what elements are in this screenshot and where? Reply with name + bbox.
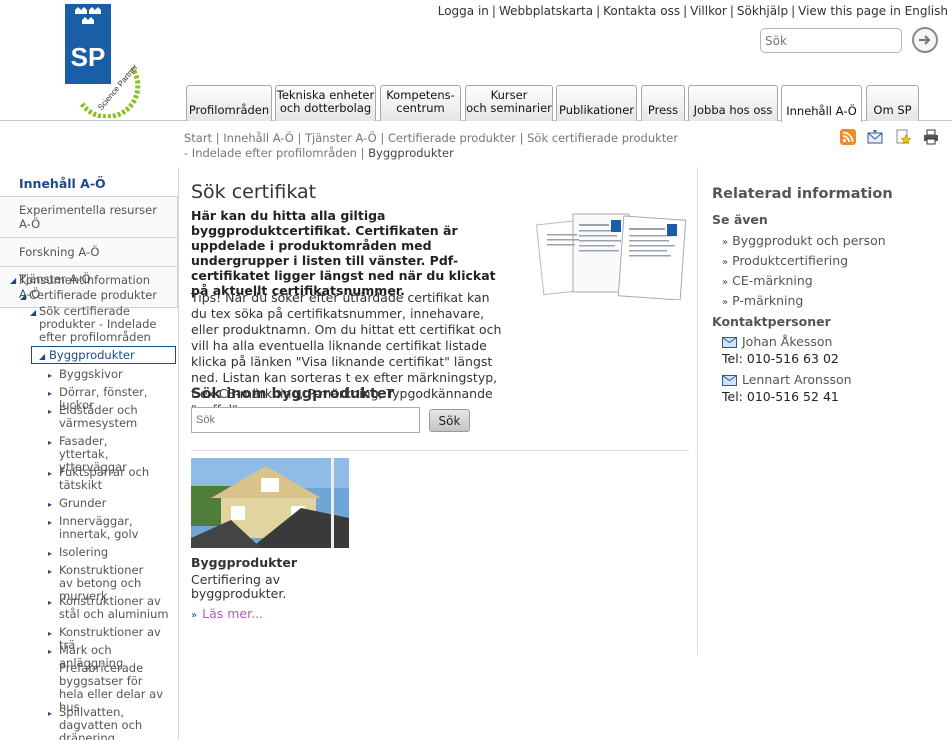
read-more-link[interactable]: » Läs mer... xyxy=(191,606,263,621)
see-also-label: Se även xyxy=(712,212,768,227)
print-icon[interactable] xyxy=(923,129,939,145)
top-links: Logga in | Webbplatskarta | Kontakta oss | Vil… xyxy=(437,4,948,18)
content-divider xyxy=(191,450,689,451)
contact-phone: Tel: 010-516 63 02 xyxy=(722,351,839,366)
english-link[interactable]: View this page in English xyxy=(798,4,948,18)
site-search-input[interactable] xyxy=(760,28,902,53)
certificates-image xyxy=(535,208,690,301)
double-chevron-icon: » xyxy=(722,257,729,268)
search-go-button[interactable] xyxy=(912,27,938,53)
see-also-link[interactable]: » Produktcertifiering xyxy=(722,253,848,268)
left-navigation: Innehåll A-Ö Experimentella resurser A-Ö… xyxy=(0,167,178,308)
leftnav-title[interactable]: Innehåll A-Ö xyxy=(0,167,178,196)
tree-subitem[interactable]: ▸ Byggskivor xyxy=(48,368,174,381)
mail-icon xyxy=(722,375,737,386)
mail-icon xyxy=(722,337,737,348)
breadcrumb: Start | Innehåll A-Ö | Tjänster A-Ö | Ce… xyxy=(184,131,679,160)
double-chevron-icon: » xyxy=(722,277,729,288)
tab-om-sp[interactable]: Om SP xyxy=(866,85,919,121)
left-divider xyxy=(178,167,179,740)
login-link[interactable]: Logga in xyxy=(438,4,489,18)
tab-tekniska-enheter[interactable]: Tekniska enheter och dotterbolag xyxy=(275,85,376,121)
see-also-link[interactable]: » P-märkning xyxy=(722,293,803,308)
contact-phone: Tel: 010-516 52 41 xyxy=(722,389,839,404)
tab-profilomraden[interactable]: Profilområden xyxy=(186,85,272,121)
page-title: Sök certifikat xyxy=(191,181,317,203)
tree-item-tjanster[interactable]: ◢ Tjänster A-Ö xyxy=(10,273,169,286)
card-title[interactable]: Byggprodukter xyxy=(191,555,297,570)
sitemap-link[interactable]: Webbplatskarta xyxy=(499,4,593,18)
card-text: Certifiering av byggprodukter. xyxy=(191,572,287,601)
sp-logo[interactable]: SP Science Partner xyxy=(60,4,146,120)
contact-name-link[interactable]: Lennart Aronsson xyxy=(722,372,852,387)
lead-text: Här kan du hitta alla giltiga byggproduk… xyxy=(191,208,496,298)
product-search-input[interactable] xyxy=(191,407,420,433)
svg-text:SP: SP xyxy=(71,42,106,72)
tree-item-sok-certifierade[interactable]: ◢ Sök certifierade produkter - Indelade e… xyxy=(30,305,174,344)
product-search-button[interactable]: Sök xyxy=(429,409,470,432)
search-help-link[interactable]: Sökhjälp xyxy=(737,4,788,18)
tree-subitem[interactable]: ▸ Isolering xyxy=(48,546,174,559)
tree-subitem[interactable]: ▸ Eldstäder och värmesystem xyxy=(48,404,164,430)
tab-kurser[interactable]: Kurser och seminarier xyxy=(465,85,553,121)
terms-link[interactable]: Villkor xyxy=(690,4,727,18)
email-icon[interactable] xyxy=(867,129,883,145)
arrow-right-icon xyxy=(919,35,931,45)
tab-publikationer[interactable]: Publikationer xyxy=(556,85,637,121)
contact-name-link[interactable]: Johan Åkesson xyxy=(722,334,832,349)
tab-innehall-a-o[interactable]: Innehåll A-Ö xyxy=(781,85,862,122)
site-header: SP Science Partner Logga in | Webbplatskar… xyxy=(0,0,952,122)
breadcrumb-item[interactable]: Certifierade produkter xyxy=(388,131,516,145)
rss-icon[interactable] xyxy=(840,129,856,145)
tree-item-byggprodukter-selected[interactable]: ◢ Byggprodukter xyxy=(31,346,176,364)
breadcrumb-current: Byggprodukter xyxy=(368,146,454,160)
bookmark-star-icon[interactable] xyxy=(895,129,911,145)
leftnav-item[interactable]: Forskning A-Ö xyxy=(0,238,178,267)
related-info: Relaterad information Se även » Byggprodu… xyxy=(712,186,947,404)
breadcrumb-item[interactable]: Tjänster A-Ö xyxy=(305,131,377,145)
tree-subitem[interactable]: ▸ Innerväggar, innertak, golv xyxy=(48,515,174,541)
related-heading: Relaterad information xyxy=(712,186,893,202)
main-content: Sök certifikat Här kan du hitta alla gil… xyxy=(191,181,691,621)
breadcrumb-item[interactable]: Start xyxy=(184,131,212,145)
leftnav-subitems: ▸ Byggskivor ▸ Dörrar, fönster, luckor ▸ El… xyxy=(0,366,178,740)
double-chevron-icon: » xyxy=(191,610,198,621)
breadcrumb-item[interactable]: Innehåll A-Ö xyxy=(223,131,294,145)
tree-subitem[interactable]: ▸ Konstruktioner av stål och aluminium xyxy=(48,595,174,621)
tab-press[interactable]: Press xyxy=(641,85,685,121)
see-also-link[interactable]: » Byggprodukt och person xyxy=(722,233,886,248)
leftnav-item[interactable]: Experimentella resurser A-Ö xyxy=(0,196,178,238)
tree-subitem[interactable]: ▸ Spillvatten, dagvatten och dränering xyxy=(48,706,174,740)
contacts-label: Kontaktpersoner xyxy=(712,314,831,329)
see-also-link[interactable]: » CE-märkning xyxy=(722,273,813,288)
house-image[interactable] xyxy=(191,458,349,548)
double-chevron-icon: » xyxy=(722,237,729,248)
tree-item-certifierade[interactable]: ◢ Certifierade produkter xyxy=(20,289,174,302)
tree-subitem[interactable]: ▸ Fuktspärrar och tätskikt xyxy=(48,466,154,492)
contact-link[interactable]: Kontakta oss xyxy=(603,4,680,18)
double-chevron-icon: » xyxy=(722,297,729,308)
tab-jobba-hos-oss[interactable]: Jobba hos oss xyxy=(688,85,778,121)
right-divider xyxy=(697,167,698,655)
tab-kompetenscentrum[interactable]: Kompetens-centrum xyxy=(380,85,461,121)
search-heading: Sök inom byggprodukter xyxy=(191,386,394,402)
page-tools xyxy=(840,129,940,147)
tree-subitem[interactable]: ▸ Grunder xyxy=(48,497,174,510)
